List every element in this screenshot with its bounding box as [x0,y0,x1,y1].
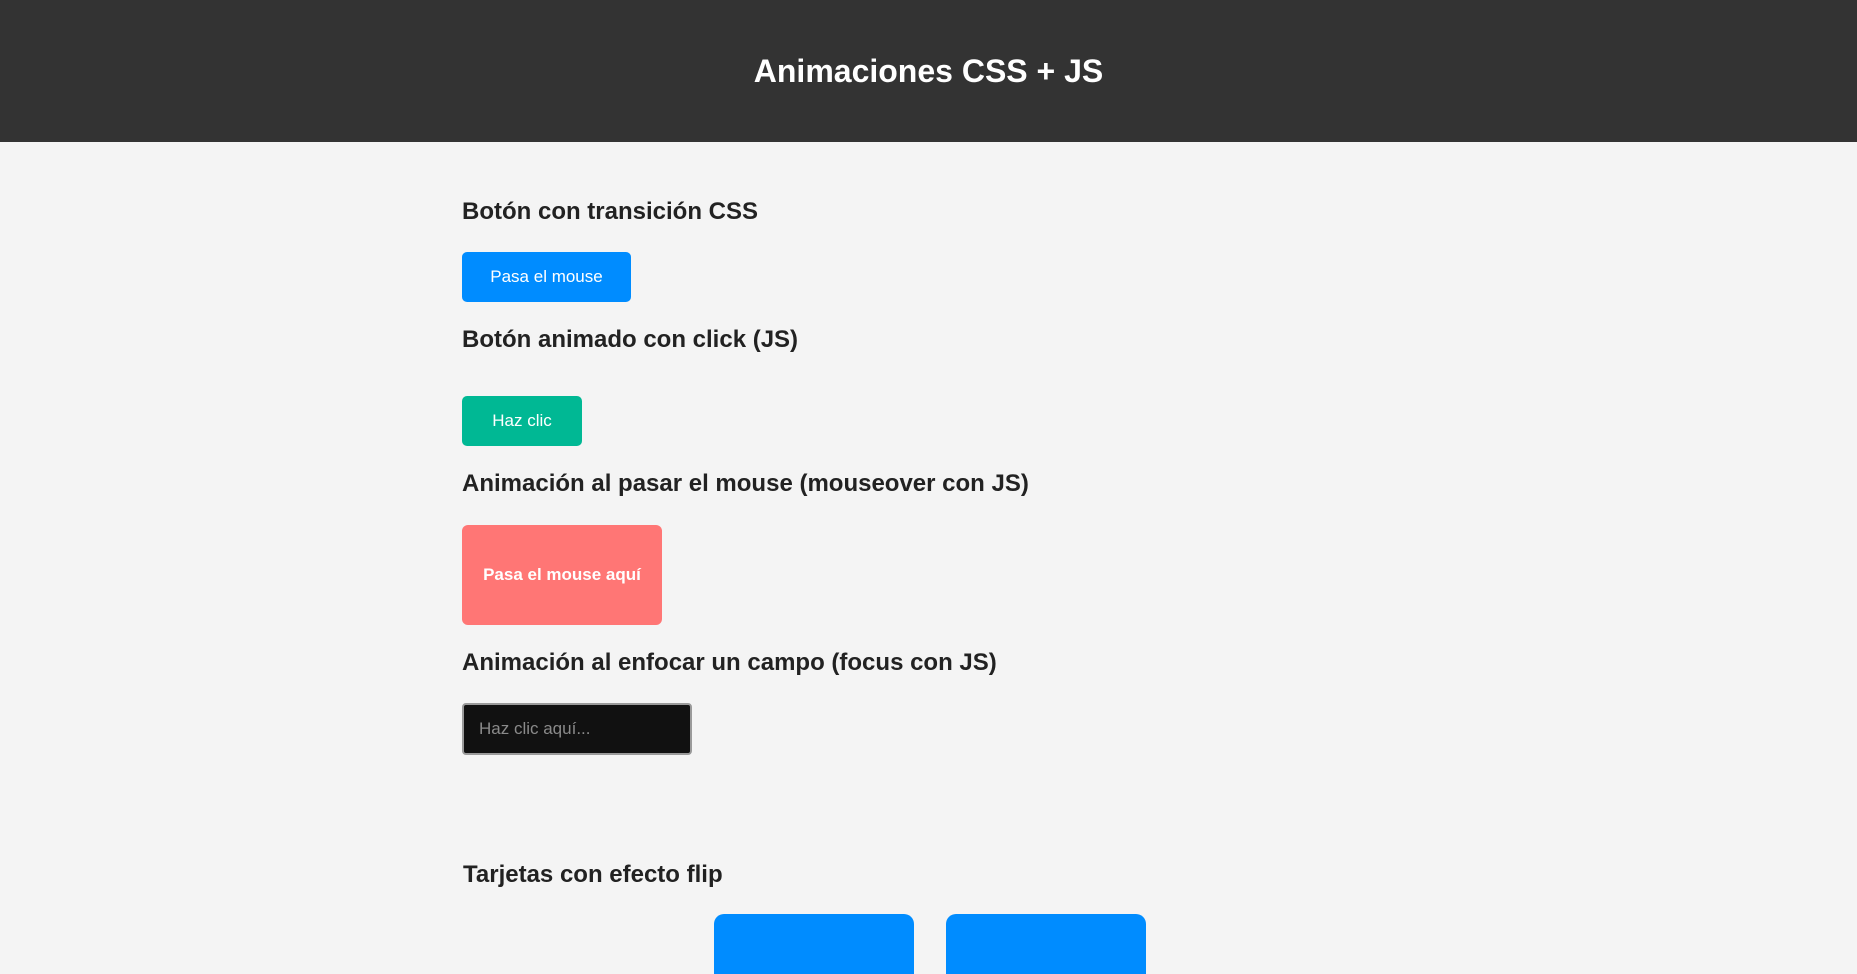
flip-card-1[interactable] [714,914,914,974]
css-transition-button[interactable]: Pasa el mouse [462,252,631,302]
mouseover-box[interactable]: Pasa el mouse aquí [462,525,662,625]
click-animation-button[interactable]: Haz clic [462,396,582,446]
mouseover-box-label: Pasa el mouse aquí [483,565,641,584]
page-title: Animaciones CSS + JS [753,52,1104,89]
section-title-click-animation: Botón animado con click (JS) [462,326,799,353]
section-title-css-transition: Botón con transición CSS [462,198,759,225]
flip-card-2[interactable] [946,914,1146,974]
focus-input[interactable] [462,703,692,755]
section-title-focus-animation: Animación al enfocar un campo (focus con… [462,649,997,676]
section-title-mouseover-animation: Animación al pasar el mouse (mouseover c… [462,470,1029,497]
section-title-flip-cards: Tarjetas con efecto flip [463,861,723,888]
page-header: Animaciones CSS + JS [0,0,1857,142]
